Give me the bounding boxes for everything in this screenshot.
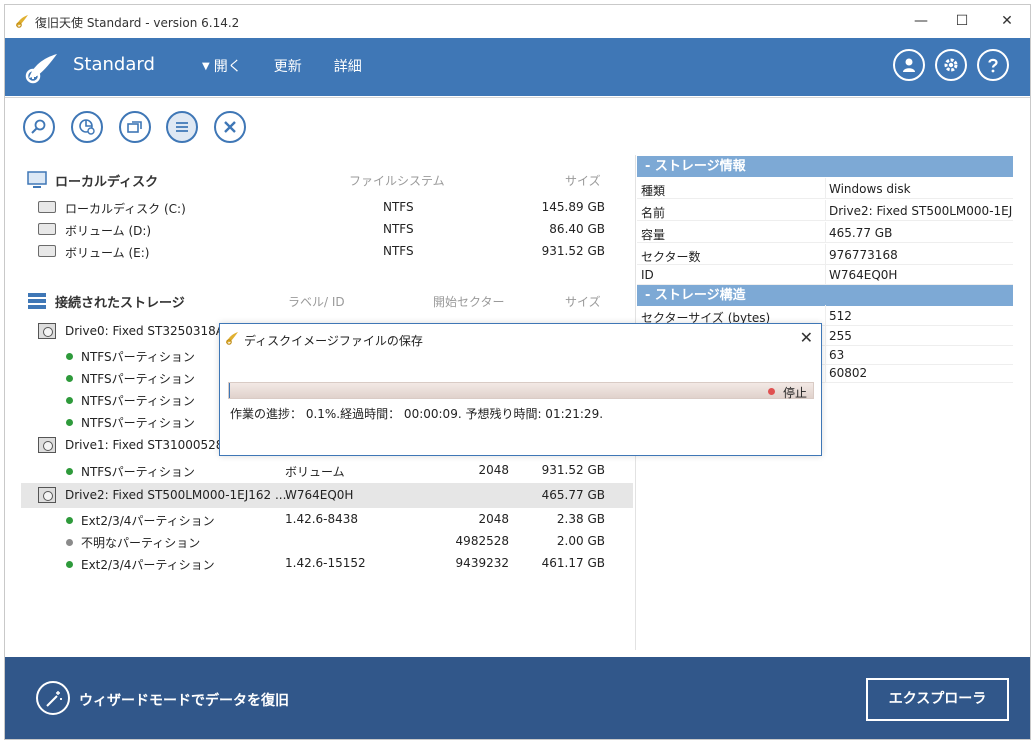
stop-button[interactable]: 停止 xyxy=(783,384,807,401)
status-dot-icon xyxy=(66,517,73,524)
storage-info-heading[interactable]: - ストレージ情報 xyxy=(637,156,1013,177)
question-icon xyxy=(988,58,998,73)
header-bar: Standard ▼ 開く 更新 詳細 xyxy=(5,38,1030,96)
col-size: サイズ xyxy=(565,174,601,188)
title-bar: 復旧天使 Standard - version 6.14.2 — ☐ ✕ xyxy=(5,5,1030,37)
account-button[interactable] xyxy=(893,49,925,81)
disk-scan-icon xyxy=(79,119,95,135)
angel-wing-icon xyxy=(226,332,238,345)
close-button[interactable]: ✕ xyxy=(996,11,1018,31)
help-button[interactable] xyxy=(977,49,1009,81)
local-disk-row[interactable]: ボリューム (D:) NTFS 86.40 GB xyxy=(21,218,633,240)
app-window: 復旧天使 Standard - version 6.14.2 — ☐ ✕ Sta… xyxy=(4,4,1031,740)
partition-row[interactable]: NTFSパーティション ボリューム 2048 931.52 GB xyxy=(21,459,633,481)
status-dot-icon xyxy=(66,468,73,475)
menu-refresh[interactable]: 更新 xyxy=(274,56,302,76)
angel-wing-icon xyxy=(16,15,28,28)
settings-button[interactable] xyxy=(935,49,967,81)
disk-image-button[interactable] xyxy=(119,111,151,143)
col-start-sector: 開始セクター xyxy=(433,295,505,309)
stop-dot-icon[interactable] xyxy=(768,388,775,395)
hdd-icon xyxy=(38,201,56,213)
info-row: 種類 Windows disk xyxy=(637,178,1013,199)
close-icon xyxy=(224,121,236,133)
cancel-tool-button[interactable] xyxy=(214,111,246,143)
disk-copy-icon xyxy=(127,121,142,133)
list-view-button[interactable] xyxy=(166,111,198,143)
menu-details[interactable]: 詳細 xyxy=(334,56,362,76)
gear-icon xyxy=(944,58,958,72)
wizard-mode-label[interactable]: ウィザードモードでデータを復旧 xyxy=(79,690,289,710)
hard-disk-icon xyxy=(38,323,56,339)
status-dot-icon xyxy=(66,375,73,382)
hard-disk-icon xyxy=(38,437,56,453)
drive-row-selected[interactable]: Drive2: Fixed ST500LM000-1EJ162 ... W764… xyxy=(21,483,633,508)
main-menu: ▼ 開く 更新 詳細 xyxy=(202,56,362,76)
partition-scan-button[interactable] xyxy=(71,111,103,143)
search-tool-button[interactable] xyxy=(23,111,55,143)
minimize-button[interactable]: — xyxy=(910,11,932,31)
save-image-dialog: ディスクイメージファイルの保存 ✕ 停止 作業の進捗： 0.1%.経過時間： 0… xyxy=(219,323,822,456)
local-disk-heading: ローカルディスク xyxy=(55,175,159,190)
wizard-mode-button[interactable] xyxy=(36,681,70,715)
footer-bar: ウィザードモードでデータを復旧 エクスプローラ xyxy=(5,657,1030,739)
monitor-icon xyxy=(27,171,47,188)
storage-structure-heading[interactable]: - ストレージ構造 xyxy=(637,285,1013,306)
info-row: ID W764EQ0H xyxy=(637,264,1013,285)
hard-disk-icon xyxy=(38,487,56,503)
partition-row[interactable]: Ext2/3/4パーティション 1.42.6-15152 9439232 461… xyxy=(21,552,633,574)
status-dot-icon xyxy=(66,561,73,568)
header-separator xyxy=(5,97,1030,98)
status-dot-icon xyxy=(66,419,73,426)
maximize-button[interactable]: ☐ xyxy=(951,11,973,31)
user-icon xyxy=(903,58,915,72)
brand-name: Standard xyxy=(73,54,155,75)
status-dot-icon xyxy=(66,353,73,360)
partition-row[interactable]: Ext2/3/4パーティション 1.42.6-8438 2048 2.38 GB xyxy=(21,508,633,530)
info-row: 名前Drive2: Fixed ST500LM000-1EJ162 xyxy=(637,200,1013,221)
hdd-icon xyxy=(38,223,56,235)
status-dot-icon xyxy=(66,397,73,404)
col-label-id: ラベル/ ID xyxy=(288,295,345,309)
dialog-title: ディスクイメージファイルの保存 xyxy=(244,334,423,348)
connected-storage-heading: 接続されたストレージ xyxy=(55,296,185,311)
menu-open[interactable]: ▼ 開く xyxy=(202,56,242,76)
col-filesystem: ファイルシステム xyxy=(349,174,445,188)
col-size: サイズ xyxy=(565,295,601,309)
list-icon xyxy=(176,122,188,132)
window-title: 復旧天使 Standard - version 6.14.2 xyxy=(35,16,240,30)
local-disk-row[interactable]: ボリューム (E:) NTFS 931.52 GB xyxy=(21,240,633,262)
status-dot-icon xyxy=(66,539,73,546)
magnifier-icon xyxy=(31,119,46,134)
progress-status: 作業の進捗： 0.1%.経過時間： 00:00:09. 予想残り時間: 01:2… xyxy=(230,407,604,421)
local-disk-row[interactable]: ローカルディスク (C:) NTFS 145.89 GB xyxy=(21,196,633,218)
dialog-close-button[interactable]: ✕ xyxy=(800,328,813,347)
progress-bar: 停止 xyxy=(228,382,814,401)
progress-fill xyxy=(229,383,230,398)
storage-stack-icon xyxy=(28,293,46,309)
info-row: セクター数 976773168 xyxy=(637,244,1013,265)
magic-wand-icon xyxy=(46,691,62,707)
explorer-button[interactable]: エクスプローラ xyxy=(866,678,1009,721)
partition-row[interactable]: 不明なパーティション 4982528 2.00 GB xyxy=(21,530,633,552)
hdd-icon xyxy=(38,245,56,257)
caret-down-icon: ▼ xyxy=(202,61,210,72)
brand-logo-icon xyxy=(25,54,57,84)
info-row: 容量 465.77 GB xyxy=(637,222,1013,243)
